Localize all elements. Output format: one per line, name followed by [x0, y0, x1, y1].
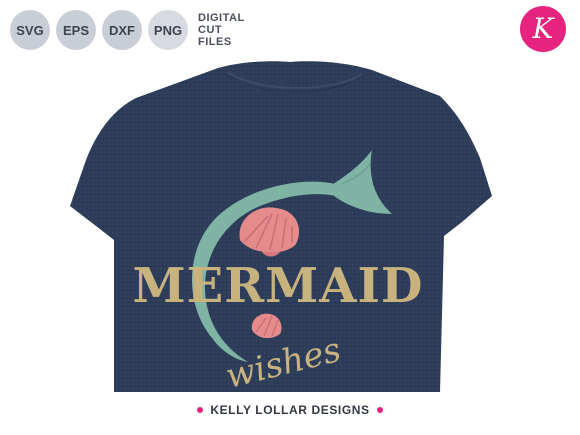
footer-brand-name: KELLY LOLLAR DESIGNS [210, 403, 370, 417]
footer-dot-right [376, 407, 383, 413]
brand-footer: KELLY LOLLAR DESIGNS [0, 403, 580, 417]
mermaid-word: MERMAID [132, 258, 423, 314]
tshirt-illustration: MERMAID wishes [70, 61, 492, 397]
footer-dot-left [197, 407, 204, 413]
tshirt-mockup: MERMAID wishes [0, 0, 580, 435]
